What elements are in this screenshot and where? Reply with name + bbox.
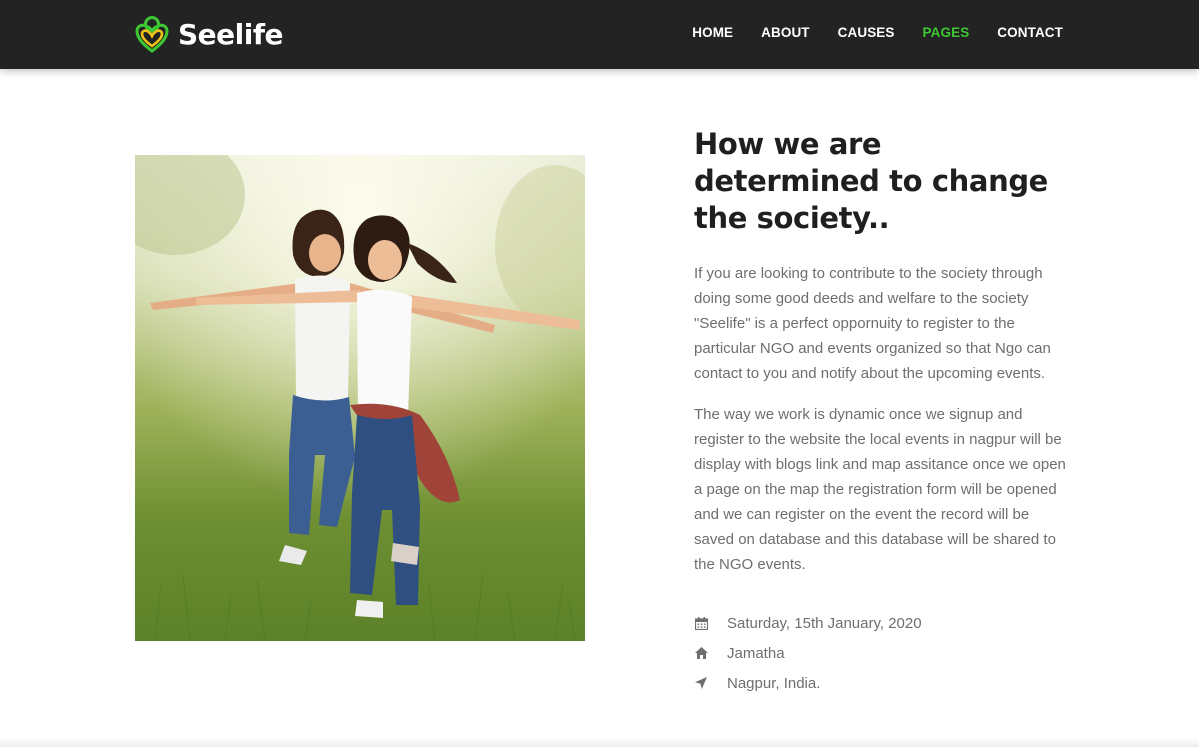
event-venue: Jamatha — [694, 638, 1069, 668]
event-details: Saturday, 15th January, 2020 Jamatha Nag… — [694, 608, 1069, 698]
event-location: Nagpur, India. — [694, 668, 1069, 698]
hero-image — [135, 155, 585, 641]
about-section: How we are determined to change the soci… — [694, 126, 1069, 698]
location-arrow-icon — [694, 676, 708, 690]
nav-causes[interactable]: CAUSES — [838, 25, 895, 40]
event-venue-text: Jamatha — [727, 644, 785, 662]
event-date-text: Saturday, 15th January, 2020 — [727, 614, 922, 632]
home-icon — [694, 646, 708, 660]
brand-name: Seelife — [178, 17, 284, 51]
intro-paragraph: If you are looking to contribute to the … — [694, 265, 1051, 382]
nav-pages[interactable]: PAGES — [923, 25, 970, 40]
main-nav: HOME ABOUT CAUSES PAGES CONTACT — [664, 25, 1063, 40]
event-location-text: Nagpur, India. — [727, 674, 821, 692]
process-paragraph: The way we work is dynamic once we signu… — [694, 406, 1066, 573]
brand-logo[interactable]: Seelife — [135, 14, 284, 54]
calendar-icon — [694, 616, 708, 630]
girls-running-photo — [135, 155, 585, 641]
nav-home[interactable]: HOME — [692, 25, 733, 40]
section-heading: How we are determined to change the soci… — [694, 127, 1048, 235]
section-divider — [0, 738, 1199, 747]
event-date: Saturday, 15th January, 2020 — [694, 608, 1069, 638]
heart-logo-icon — [135, 15, 169, 53]
nav-contact[interactable]: CONTACT — [997, 25, 1063, 40]
site-header: Seelife HOME ABOUT CAUSES PAGES CONTACT — [0, 0, 1199, 69]
nav-about[interactable]: ABOUT — [761, 25, 810, 40]
